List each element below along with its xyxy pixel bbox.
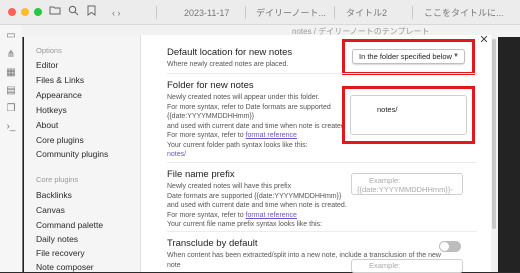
setting-description: For more syntax, refer to Date formats a… — [167, 103, 331, 111]
canvas-icon[interactable]: ▦ — [5, 67, 17, 79]
toggle-knob — [440, 242, 449, 251]
transclude-toggle[interactable] — [439, 241, 461, 252]
tab-divider — [156, 6, 157, 19]
ref-prefix: For more syntax, refer to — [167, 132, 246, 139]
close-icon[interactable]: ✕ — [478, 34, 490, 46]
sidebar-item-files-links[interactable]: Files & Links — [36, 75, 84, 85]
placeholder-text: {{date:YYYYMMDDHHmm}}- — [357, 185, 453, 194]
setting-description: and used with current date and time when… — [167, 202, 347, 209]
prefix-textarea[interactable]: Example: {{date:YYYYMMDDHHmm}}- — [351, 173, 463, 195]
tab-label: タイトル2 — [346, 8, 388, 18]
setting-name: File name prefix — [167, 169, 235, 180]
select-value: In the folder specified below — [359, 52, 452, 61]
setting-name: Transclude by default — [167, 238, 258, 249]
search-icon[interactable] — [66, 5, 80, 19]
divider — [167, 73, 477, 74]
setting-name: Folder for new notes — [167, 80, 254, 91]
sidebar-item-backlinks[interactable]: Backlinks — [36, 190, 72, 200]
divider — [167, 162, 477, 163]
settings-content: Default location for new notes Where new… — [141, 35, 491, 273]
chevron-down-icon: ▼ — [453, 53, 459, 59]
sidebar-item-note-composer[interactable]: Note composer — [36, 262, 94, 272]
format-reference-link[interactable]: format reference — [246, 132, 297, 139]
chevron-left-icon[interactable]: ‹ — [112, 8, 115, 18]
setting-description: and used with current date and time when… — [167, 122, 347, 130]
sidebar-item-community-plugins[interactable]: Community plugins — [36, 149, 108, 159]
ref-prefix: For more syntax, refer to — [167, 211, 246, 219]
window-minimize-button[interactable] — [21, 8, 29, 16]
tab-item[interactable]: 2023-11-17 — [184, 4, 254, 22]
tab-divider — [334, 6, 335, 19]
input-value: notes/ — [377, 105, 398, 114]
format-reference-line: For more syntax, refer to format referen… — [167, 211, 297, 221]
sidebar-item-about[interactable]: About — [36, 120, 58, 130]
divider — [167, 231, 477, 232]
setting-description: Date formats are supported {{date:YYYYMM… — [167, 192, 342, 200]
sidebar-item-editor[interactable]: Editor — [36, 60, 58, 70]
folder-input[interactable]: notes/ — [350, 95, 467, 135]
setting-description: Where newly created notes are placed. — [167, 61, 289, 68]
sidebar-section-title: Options — [36, 46, 62, 55]
sidebar-item-core-plugins[interactable]: Core plugins — [36, 135, 84, 145]
setting-description: note — [167, 261, 181, 269]
sidebar-item-appearance[interactable]: Appearance — [36, 90, 82, 100]
folder-icon[interactable] — [48, 5, 62, 19]
scrollbar-thumb[interactable] — [492, 39, 496, 229]
window-close-button[interactable] — [8, 8, 16, 16]
folder-path-value: notes/ — [167, 151, 187, 158]
settings-scrollbar[interactable] — [491, 35, 498, 272]
placeholder-text: Example: — [369, 261, 401, 270]
default-location-select[interactable]: In the folder specified below ▼ — [352, 49, 465, 64]
chevron-right-icon[interactable]: › — [118, 8, 121, 18]
setting-description: Newly created notes will have this prefi… — [167, 183, 292, 190]
tab-item[interactable]: ここをタイトルに... — [424, 4, 514, 22]
format-reference-link[interactable]: format reference — [246, 212, 297, 219]
next-setting-input[interactable]: Example: — [351, 259, 463, 273]
format-reference-line: For more syntax, refer to format referen… — [167, 131, 297, 141]
sidebar-toggle-icon[interactable]: ▭ — [5, 30, 17, 42]
graph-icon[interactable]: ⋔ — [5, 49, 17, 61]
sidebar-item-canvas[interactable]: Canvas — [36, 205, 65, 215]
calendar-icon[interactable]: ▤ — [5, 85, 17, 97]
left-ribbon: ▭ ⋔ ▦ ▤ ❐ ›_ — [0, 25, 23, 272]
sidebar-item-hotkeys[interactable]: Hotkeys — [36, 105, 67, 115]
prefix-syntax-label: Your current file name prefix syntax loo… — [167, 221, 322, 228]
sidebar-item-file-recovery[interactable]: File recovery — [36, 248, 85, 258]
setting-name: Default location for new notes — [167, 47, 293, 58]
tab-item[interactable]: デイリーノート... — [256, 4, 334, 22]
tab-item[interactable]: タイトル2 — [346, 4, 406, 22]
tab-label: デイリーノート... — [256, 8, 326, 18]
sidebar-item-command-palette[interactable]: Command palette — [36, 220, 103, 230]
sidebar-section-title: Core plugins — [36, 175, 79, 184]
tab-divider — [245, 6, 246, 19]
placeholder-text: Example: — [369, 176, 401, 185]
sidebar-item-daily-notes[interactable]: Daily notes — [36, 234, 78, 244]
tab-nav[interactable]: ‹ › — [112, 4, 128, 22]
copy-icon[interactable]: ❐ — [5, 103, 17, 115]
title-bar: ‹ › 2023-11-17 デイリーノート... タイトル2 ここをタイトルに… — [0, 0, 520, 25]
bookmark-icon[interactable] — [84, 5, 98, 19]
setting-description: {{date:YYYYMMDDHHmm}} — [167, 113, 255, 120]
settings-sidebar: Options Editor Files & Links Appearance … — [24, 35, 141, 272]
tab-label: 2023-11-17 — [184, 8, 230, 18]
tab-divider — [412, 6, 413, 19]
terminal-icon[interactable]: ›_ — [5, 121, 17, 133]
folder-path-label: Your current folder path syntax looks li… — [167, 141, 308, 149]
setting-description: Newly created notes will appear under th… — [167, 94, 320, 101]
window-zoom-button[interactable] — [34, 8, 42, 16]
tab-label: ここをタイトルに... — [424, 8, 504, 18]
